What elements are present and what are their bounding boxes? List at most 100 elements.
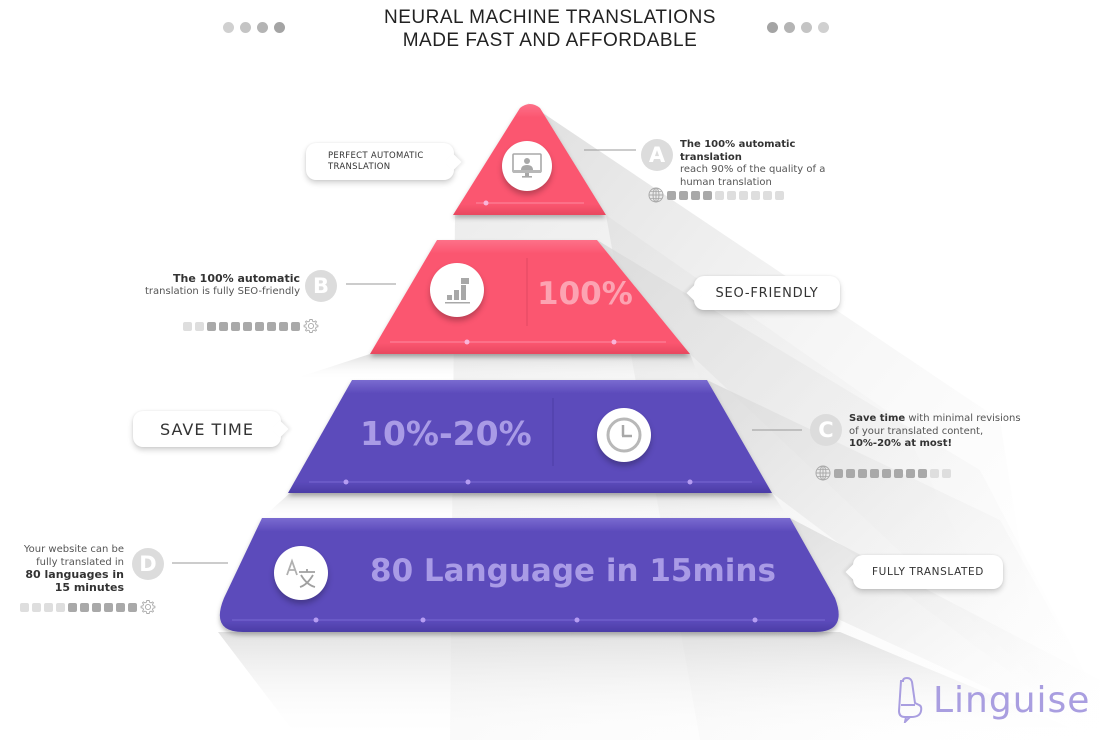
progress-d [20,599,156,615]
callout-text: PERFECT AUTOMATIC TRANSLATION [328,151,424,173]
description-b: The 100% automatic translation is fully … [130,272,300,298]
globe-icon [648,187,664,203]
description-c-line1: Save time with minimal revisions [849,413,1039,426]
progress-dot-empty [739,190,748,200]
progress-dot-filled [219,321,228,331]
tier-c-value: 10%-20% [360,414,532,453]
tier-b-value: 100% [537,276,633,312]
description-c-bold2: 10%-20% at most! [849,438,953,449]
shadow-tier-b-bottom [290,354,700,380]
shadow-tier-c-bottom [260,493,790,520]
callout-line: TRANSLATION [328,161,391,172]
gear-icon [303,319,319,333]
progress-dot-empty [183,321,192,331]
progress-b [183,318,319,334]
progress-dot-filled [231,321,240,331]
tier-c-track-dot [687,479,693,485]
progress-dot-empty [20,602,29,612]
description-c-bold: Save time [849,413,906,424]
gear-icon [140,600,156,614]
tier-a-track-dot [483,200,489,206]
tier-d-track-dot [574,617,580,623]
badge-d: D [132,548,164,580]
progress-dot-filled [679,190,688,200]
callout-text: SEO-FRIENDLY [715,285,819,301]
linguise-logo-text: Linguise [933,679,1091,721]
bar-chart-icon [445,278,470,304]
progress-dot-filled [882,468,891,478]
description-c-text: with minimal revisions [905,413,1021,424]
callout-seo-friendly: SEO-FRIENDLY [694,276,840,310]
tier-d-track-dot [313,617,319,623]
tier-d-track-dot [752,617,758,623]
progress-dot-empty [727,190,736,200]
progress-dot-filled [703,190,712,200]
progress-dot-filled [279,321,288,331]
description-d-bold: 15 minutes [54,580,124,594]
background-shadows [172,103,1100,740]
progress-dot-filled [104,602,113,612]
description-d: Your website can be fully translated in … [10,544,124,594]
badge-a: A [641,139,673,171]
progress-dot-filled [834,468,843,478]
tier-b-icon-circle [430,263,484,317]
progress-dot-empty [56,602,65,612]
progress-dot-empty [32,602,41,612]
callout-text: SAVE TIME [160,419,254,439]
tier-d-icon-circle [274,546,328,600]
progress-dot-filled [207,321,216,331]
description-a-line: reach 90% of the quality of a [680,164,826,175]
progress-dot-empty [44,602,53,612]
page-title-line1: NEURAL MACHINE TRANSLATIONS [384,7,716,28]
badge-c: C [810,414,842,446]
tier-d-value: 80 Language in 15mins [370,553,776,589]
title-dot [784,22,795,33]
progress-dot-filled [906,468,915,478]
page-title-line2: MADE FAST AND AFFORDABLE [402,30,698,51]
description-c: Save time with minimal revisions of your… [849,413,1039,451]
progress-dot-filled [667,190,676,200]
badge-b: B [305,270,337,302]
tier-c-track-dot [465,479,471,485]
progress-dot-empty [715,190,724,200]
page-title: NEURAL MACHINE TRANSLATIONS MADE FAST AN… [0,6,1100,52]
progress-dot-filled [267,321,276,331]
description-d-line: Your website can be [23,544,124,555]
progress-dot-filled [918,468,927,478]
progress-dot-filled [255,321,264,331]
linguise-logo-icon [897,677,923,723]
tier-a-icon-circle [502,141,552,191]
progress-dot-empty [930,468,939,478]
translate-icon [286,558,316,588]
callout-line: PERFECT AUTOMATIC [328,150,424,161]
progress-a [648,187,784,203]
progress-dot-filled [291,321,300,331]
progress-dot-empty [775,190,784,200]
progress-dot-empty [942,468,951,478]
progress-dot-filled [92,602,101,612]
title-dot [801,22,812,33]
tier-b-track-dot [464,339,470,345]
progress-dot-filled [68,602,77,612]
progress-dot-empty [763,190,772,200]
progress-dot-filled [870,468,879,478]
title-dot [767,22,778,33]
callout-save-time: SAVE TIME [133,411,281,447]
callout-perfect-automatic-translation: PERFECT AUTOMATIC TRANSLATION [306,143,454,180]
callout-fully-translated: FULLY TRANSLATED [853,555,1003,589]
linguise-logo: Linguise [897,677,1090,723]
description-a-bold: The 100% automatic translation [680,139,796,163]
callout-text: FULLY TRANSLATED [872,566,984,578]
tier-d-track-dot [420,617,426,623]
description-b-bold: The 100% automatic [173,272,300,285]
clock-icon [606,417,642,453]
progress-c [815,465,951,481]
description-d-bold: 80 languages in [25,568,124,581]
globe-icon [815,465,831,481]
monitor-user-icon [512,153,542,178]
title-dots-right [767,22,829,33]
progress-dot-filled [116,602,125,612]
description-b-line: translation is fully SEO-friendly [145,285,300,297]
progress-dot-filled [894,468,903,478]
progress-dot-filled [80,602,89,612]
